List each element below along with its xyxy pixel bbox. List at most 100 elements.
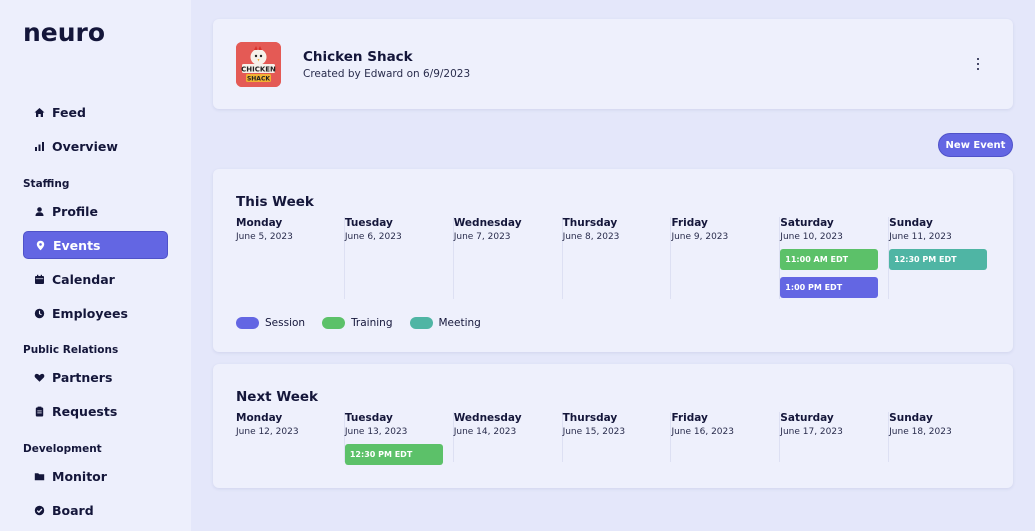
day-date: June 7, 2023 [453,232,511,242]
event-chip-session[interactable]: 1:00 PM EDT [780,277,879,298]
day-date: June 14, 2023 [453,427,517,437]
new-event-button[interactable]: New Event [938,133,1013,157]
calendar-icon [34,274,45,285]
day-name: Monday [236,412,283,424]
sidebar-item-requests[interactable]: Requests [23,397,168,425]
app-logo[interactable]: neuro [23,18,105,47]
day-date: June 15, 2023 [562,427,626,437]
sidebar-item-label: Monitor [52,468,107,484]
day-name: Monday [236,217,283,229]
day-name: Sunday [889,217,933,229]
legend-item-meeting: Meeting [409,317,481,329]
org-header-card: CHICKEN SHACK Chicken Shack Created by E… [213,19,1013,109]
sidebar-item-label: Calendar [52,271,115,287]
day-column-tuesday: Tuesday June 13, 2023 12:30 PM EDT [344,412,454,465]
legend-item-session: Session [236,317,305,329]
sidebar-item-overview[interactable]: Overview [23,132,168,160]
event-chip-meeting[interactable]: 12:30 PM EDT [889,249,988,270]
day-date: June 6, 2023 [344,232,402,242]
sidebar-item-profile[interactable]: Profile [23,197,168,225]
sidebar-item-employees[interactable]: Employees [23,299,168,327]
event-chip-training[interactable]: 11:00 AM EDT [780,249,879,270]
bar-chart-icon [34,141,45,152]
org-name: Chicken Shack [303,49,413,65]
sidebar-item-label: Events [53,237,101,253]
day-name: Tuesday [344,217,393,229]
sidebar-item-label: Feed [52,104,86,120]
sidebar-item-board[interactable]: Board [23,496,168,524]
sidebar: neuro Feed Overview Staffing Profile Eve… [0,0,191,531]
legend-swatch [322,317,346,329]
day-name: Thursday [562,217,618,229]
legend-label: Training [351,317,393,329]
day-column-friday: Friday June 16, 2023 [671,412,781,462]
day-name: Saturday [780,412,834,424]
sidebar-item-monitor[interactable]: Monitor [23,462,168,490]
day-column-thursday: Thursday June 15, 2023 [563,412,672,462]
sidebar-item-partners[interactable]: Partners [23,363,168,391]
sidebar-item-events[interactable]: Events [23,231,168,259]
person-icon [34,206,45,217]
folder-icon [34,471,45,482]
day-date: June 16, 2023 [671,427,734,437]
sidebar-item-label: Requests [52,403,118,419]
event-chip-training[interactable]: 12:30 PM EDT [344,444,443,465]
heart-icon [34,372,45,383]
org-logo: CHICKEN SHACK [236,42,281,87]
day-name: Friday [671,217,708,229]
sidebar-item-label: Employees [52,305,128,321]
day-name: Wednesday [453,412,522,424]
clipboard-icon [34,406,45,417]
day-name: Saturday [780,217,834,229]
check-circle-icon [34,505,45,516]
home-icon [34,107,45,118]
day-name: Wednesday [453,217,522,229]
section-label-public-relations: Public Relations [23,344,119,356]
org-subtitle: Created by Edward on 6/9/2023 [303,68,471,80]
day-date: June 12, 2023 [236,427,299,437]
day-date: June 5, 2023 [236,232,293,242]
day-date: June 8, 2023 [562,232,620,242]
more-options-icon[interactable] [973,55,983,73]
this-week-title: This Week [236,194,314,210]
day-date: June 13, 2023 [344,427,408,437]
day-column-sunday: Sunday June 11, 2023 12:30 PM EDT [889,217,998,299]
day-date: June 18, 2023 [889,427,952,437]
day-column-wednesday: Wednesday June 7, 2023 [454,217,563,299]
legend-label: Meeting [438,317,481,329]
day-column-tuesday: Tuesday June 6, 2023 [345,217,454,299]
sidebar-item-label: Board [52,502,94,518]
next-week-card: Next Week Monday June 12, 2023 Tuesday June… [213,364,1013,488]
day-name: Thursday [562,412,618,424]
this-week-days: Monday June 5, 2023 Tuesday June 6, 2023 Wed… [236,217,998,299]
day-name: Friday [671,412,708,424]
day-column-saturday: Saturday June 17, 2023 [780,412,890,462]
section-label-development: Development [23,443,102,455]
this-week-card: This Week Monday June 5, 2023 Tuesday June … [213,169,1013,352]
day-date: June 11, 2023 [889,232,952,242]
legend-swatch [236,317,259,329]
sidebar-item-feed[interactable]: Feed [23,98,168,126]
svg-text:SHACK: SHACK [247,76,270,83]
legend-label: Session [265,317,306,329]
day-name: Sunday [889,412,933,424]
day-date: June 17, 2023 [780,427,843,437]
chicken-logo-icon: CHICKEN SHACK [236,42,281,87]
next-week-title: Next Week [236,389,319,405]
day-name: Tuesday [344,412,393,424]
day-column-monday: Monday June 5, 2023 [236,217,345,299]
day-column-saturday: Saturday June 10, 2023 11:00 AM EDT 1:00 PM… [780,217,890,299]
day-column-friday: Friday June 9, 2023 [671,217,781,299]
clock-icon [34,308,45,319]
svg-text:CHICKEN: CHICKEN [241,65,276,73]
day-date: June 10, 2023 [780,232,843,242]
sidebar-item-label: Partners [52,369,113,385]
sidebar-item-calendar[interactable]: Calendar [23,265,168,293]
legend-swatch [409,317,433,329]
day-column-monday: Monday June 12, 2023 [236,412,345,462]
event-legend: Session Training Meeting [236,317,498,329]
day-column-sunday: Sunday June 18, 2023 [889,412,998,462]
location-pin-icon [35,240,46,251]
day-column-wednesday: Wednesday June 14, 2023 [454,412,563,462]
section-label-staffing: Staffing [23,178,70,190]
